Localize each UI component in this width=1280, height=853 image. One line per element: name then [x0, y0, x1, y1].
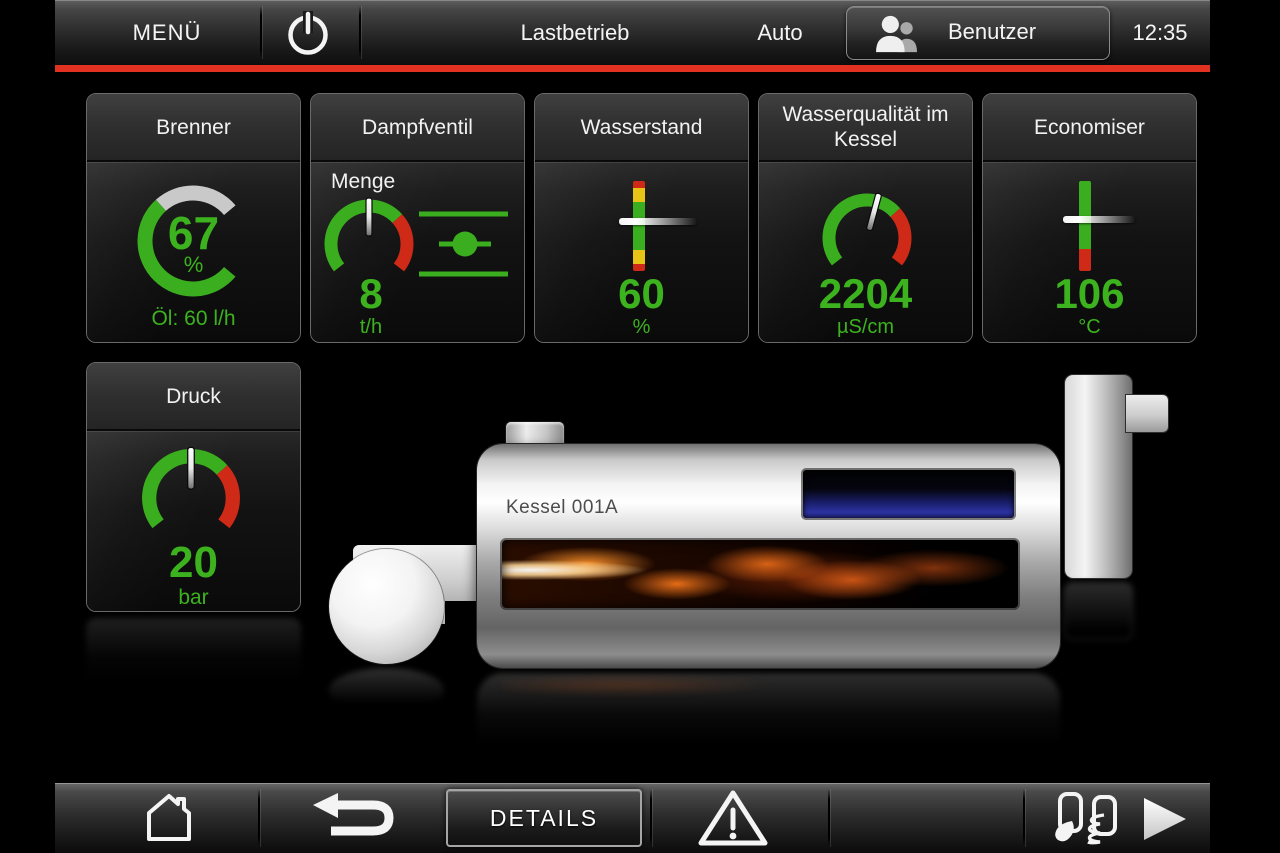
tile-druck-title: Druck: [87, 363, 300, 430]
economiser-column: [1065, 375, 1132, 578]
tile-economiser-title: Economiser: [983, 94, 1196, 161]
tile-wasserqualitaet-body: 2204 µS/cm: [759, 162, 972, 342]
druck-tile-reflection: [86, 618, 301, 690]
economiser-column-arm: [1126, 395, 1168, 432]
economiser-unit: °C: [983, 316, 1196, 339]
tile-dampfventil[interactable]: Dampfventil Menge 8 t/h: [310, 93, 525, 343]
steam-value: 8: [311, 270, 431, 318]
water-quality-value: 2204: [759, 270, 972, 318]
bottom-divider-1: [258, 789, 260, 847]
menu-button[interactable]: MENÜ: [107, 0, 227, 65]
pressure-value: 20: [87, 538, 300, 588]
steam-unit: t/h: [311, 316, 431, 339]
tile-wasserqualitaet[interactable]: Wasserqualität im Kessel 2204 µS/cm: [758, 93, 973, 343]
power-standby-icon[interactable]: [281, 5, 335, 59]
tile-druck-body: 20 bar: [87, 431, 300, 611]
tile-dampfventil-body: Menge 8 t/h: [311, 162, 524, 342]
mode-label: Auto: [730, 0, 830, 65]
economiser-indicator: [1063, 216, 1135, 223]
home-icon[interactable]: [144, 791, 194, 843]
tile-economiser[interactable]: Economiser 106 °C: [982, 93, 1197, 343]
water-level-indicator: [619, 218, 697, 225]
tile-wasserstand-title: Wasserstand: [535, 94, 748, 161]
play-arrow-icon[interactable]: [1140, 796, 1190, 842]
operating-status-label: Lastbetrieb: [480, 0, 670, 65]
user-button[interactable]: Benutzer: [846, 6, 1110, 60]
tile-economiser-body: 106 °C: [983, 162, 1196, 342]
boiler-flame-window: [502, 540, 1018, 608]
flame-reflection: [502, 673, 922, 707]
economiser-column-reflection: [1065, 583, 1132, 639]
warning-triangle-icon[interactable]: [697, 787, 769, 849]
boiler-water-gauge-glass: [803, 470, 1014, 518]
accent-red-divider: [55, 65, 1210, 72]
clock: 12:35: [1100, 0, 1220, 65]
water-quality-unit: µS/cm: [759, 316, 972, 339]
tile-brenner-title: Brenner: [87, 94, 300, 161]
bottom-divider-4: [1023, 789, 1025, 847]
pressure-unit: bar: [87, 586, 300, 610]
tile-brenner-body: 67 % Öl: 60 l/h: [87, 162, 300, 342]
bottom-divider-2: [650, 789, 652, 847]
burner-blower-fan: [329, 549, 444, 664]
tile-wasserqualitaet-title: Wasserqualität im Kessel: [759, 94, 972, 161]
back-icon[interactable]: [311, 793, 395, 841]
tile-dampfventil-title: Dampfventil: [311, 94, 524, 161]
top-divider-1: [260, 6, 262, 59]
economiser-value: 106: [983, 270, 1196, 318]
top-bar: MENÜ Lastbetrieb Auto Benutzer 12:35: [55, 0, 1210, 65]
burner-footer: Öl: 60 l/h: [87, 307, 300, 331]
boiler-pair-icon[interactable]: [1052, 791, 1124, 847]
user-button-label: Benutzer: [907, 7, 1077, 57]
tile-brenner[interactable]: Brenner 67 % Öl: 60 l/h: [86, 93, 301, 343]
top-divider-2: [359, 6, 361, 59]
details-button-label: DETAILS: [448, 791, 640, 845]
blower-reflection: [329, 668, 444, 712]
bottom-bar: DETAILS: [55, 783, 1210, 853]
bottom-divider-3: [828, 789, 830, 847]
hmi-screen: MENÜ Lastbetrieb Auto Benutzer 12:35 Bre…: [0, 0, 1280, 853]
boiler-reflection: [477, 673, 1060, 757]
water-level-unit: %: [535, 316, 748, 339]
economiser-bar: [1079, 181, 1091, 271]
tile-wasserstand-body: 60 %: [535, 162, 748, 342]
tile-wasserstand[interactable]: Wasserstand 60 %: [534, 93, 749, 343]
steam-flow-label: Menge: [331, 170, 395, 194]
details-button[interactable]: DETAILS: [446, 789, 642, 847]
tile-druck[interactable]: Druck 20 bar: [86, 362, 301, 612]
water-level-bar: [633, 181, 645, 271]
boiler-top-nozzle: [506, 422, 564, 446]
boiler-label: Kessel 001A: [506, 497, 618, 519]
burner-unit: %: [87, 252, 300, 278]
pressure-gauge: [136, 443, 246, 553]
water-level-value: 60: [535, 270, 748, 318]
